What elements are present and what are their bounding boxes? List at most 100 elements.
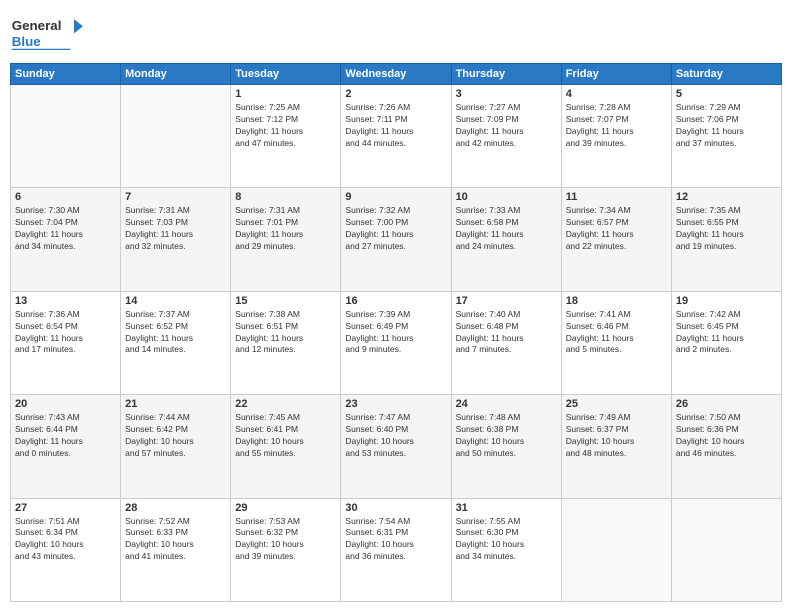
calendar-cell: 4 Sunrise: 7:28 AM Sunset: 7:07 PM Daylig… (561, 85, 671, 188)
day-number: 4 (566, 88, 667, 100)
calendar-header-friday: Friday (561, 64, 671, 85)
day-number: 12 (676, 191, 777, 203)
day-number: 27 (15, 502, 116, 514)
day-info: Sunrise: 7:32 AM Sunset: 7:00 PM Dayligh… (345, 205, 446, 253)
calendar-cell: 2 Sunrise: 7:26 AM Sunset: 7:11 PM Daylig… (341, 85, 451, 188)
header: General Blue (10, 10, 782, 55)
calendar-cell: 22Sunrise: 7:45 AM Sunset: 6:41 PM Dayli… (231, 395, 341, 498)
logo-svg: General Blue (10, 10, 90, 55)
calendar-cell: 13 Sunrise: 7:36 AM Sunset: 6:54 PM Dayli… (11, 291, 121, 394)
calendar-cell (11, 85, 121, 188)
day-number: 23 (345, 398, 446, 410)
calendar-cell: 6 Sunrise: 7:30 AM Sunset: 7:04 PM Daylig… (11, 188, 121, 291)
day-number: 3 (456, 88, 557, 100)
calendar-cell (671, 498, 781, 601)
day-info: Sunrise: 7:34 AM Sunset: 6:57 PM Dayligh… (566, 205, 667, 253)
calendar-page: General Blue SundayMondayTuesdayWednesda… (0, 0, 792, 612)
calendar-cell: 7Sunrise: 7:31 AM Sunset: 7:03 PM Daylig… (121, 188, 231, 291)
day-number: 15 (235, 295, 336, 307)
calendar-cell: 11 Sunrise: 7:34 AM Sunset: 6:57 PM Dayli… (561, 188, 671, 291)
calendar-cell (121, 85, 231, 188)
day-info: Sunrise: 7:31 AM Sunset: 7:01 PM Dayligh… (235, 205, 336, 253)
day-info: Sunrise: 7:25 AM Sunset: 7:12 PM Dayligh… (235, 102, 336, 150)
day-info: Sunrise: 7:51 AM Sunset: 6:34 PM Dayligh… (15, 516, 116, 564)
calendar-cell: 25 Sunrise: 7:49 AM Sunset: 6:37 PM Dayli… (561, 395, 671, 498)
calendar-cell: 20 Sunrise: 7:43 AM Sunset: 6:44 PM Dayli… (11, 395, 121, 498)
day-number: 11 (566, 191, 667, 203)
calendar-header-tuesday: Tuesday (231, 64, 341, 85)
day-info: Sunrise: 7:54 AM Sunset: 6:31 PM Dayligh… (345, 516, 446, 564)
day-info: Sunrise: 7:52 AM Sunset: 6:33 PM Dayligh… (125, 516, 226, 564)
calendar-cell: 10 Sunrise: 7:33 AM Sunset: 6:58 PM Dayli… (451, 188, 561, 291)
calendar-header-saturday: Saturday (671, 64, 781, 85)
day-info: Sunrise: 7:30 AM Sunset: 7:04 PM Dayligh… (15, 205, 116, 253)
day-number: 17 (456, 295, 557, 307)
day-number: 5 (676, 88, 777, 100)
day-info: Sunrise: 7:33 AM Sunset: 6:58 PM Dayligh… (456, 205, 557, 253)
day-number: 18 (566, 295, 667, 307)
day-number: 19 (676, 295, 777, 307)
day-info: Sunrise: 7:31 AM Sunset: 7:03 PM Dayligh… (125, 205, 226, 253)
day-number: 26 (676, 398, 777, 410)
calendar-cell: 21Sunrise: 7:44 AM Sunset: 6:42 PM Dayli… (121, 395, 231, 498)
day-number: 2 (345, 88, 446, 100)
calendar-cell (561, 498, 671, 601)
calendar-table: SundayMondayTuesdayWednesdayThursdayFrid… (10, 63, 782, 602)
day-info: Sunrise: 7:43 AM Sunset: 6:44 PM Dayligh… (15, 412, 116, 460)
day-info: Sunrise: 7:38 AM Sunset: 6:51 PM Dayligh… (235, 309, 336, 357)
calendar-header-monday: Monday (121, 64, 231, 85)
svg-text:Blue: Blue (12, 34, 41, 49)
calendar-week-1: 1 Sunrise: 7:25 AM Sunset: 7:12 PM Daylig… (11, 85, 782, 188)
calendar-cell: 31 Sunrise: 7:55 AM Sunset: 6:30 PM Dayli… (451, 498, 561, 601)
day-info: Sunrise: 7:28 AM Sunset: 7:07 PM Dayligh… (566, 102, 667, 150)
day-number: 29 (235, 502, 336, 514)
day-info: Sunrise: 7:42 AM Sunset: 6:45 PM Dayligh… (676, 309, 777, 357)
calendar-cell: 1 Sunrise: 7:25 AM Sunset: 7:12 PM Daylig… (231, 85, 341, 188)
calendar-cell: 15 Sunrise: 7:38 AM Sunset: 6:51 PM Dayli… (231, 291, 341, 394)
day-info: Sunrise: 7:27 AM Sunset: 7:09 PM Dayligh… (456, 102, 557, 150)
day-number: 9 (345, 191, 446, 203)
day-number: 21 (125, 398, 226, 410)
day-number: 13 (15, 295, 116, 307)
day-number: 6 (15, 191, 116, 203)
calendar-cell: 17 Sunrise: 7:40 AM Sunset: 6:48 PM Dayli… (451, 291, 561, 394)
day-info: Sunrise: 7:29 AM Sunset: 7:06 PM Dayligh… (676, 102, 777, 150)
calendar-cell: 26 Sunrise: 7:50 AM Sunset: 6:36 PM Dayli… (671, 395, 781, 498)
calendar-header-thursday: Thursday (451, 64, 561, 85)
day-number: 8 (235, 191, 336, 203)
calendar-week-2: 6 Sunrise: 7:30 AM Sunset: 7:04 PM Daylig… (11, 188, 782, 291)
day-info: Sunrise: 7:41 AM Sunset: 6:46 PM Dayligh… (566, 309, 667, 357)
day-number: 31 (456, 502, 557, 514)
day-number: 25 (566, 398, 667, 410)
day-info: Sunrise: 7:50 AM Sunset: 6:36 PM Dayligh… (676, 412, 777, 460)
day-info: Sunrise: 7:53 AM Sunset: 6:32 PM Dayligh… (235, 516, 336, 564)
calendar-header-wednesday: Wednesday (341, 64, 451, 85)
day-number: 28 (125, 502, 226, 514)
day-info: Sunrise: 7:37 AM Sunset: 6:52 PM Dayligh… (125, 309, 226, 357)
day-number: 1 (235, 88, 336, 100)
calendar-cell: 8 Sunrise: 7:31 AM Sunset: 7:01 PM Daylig… (231, 188, 341, 291)
calendar-cell: 16Sunrise: 7:39 AM Sunset: 6:49 PM Dayli… (341, 291, 451, 394)
day-info: Sunrise: 7:47 AM Sunset: 6:40 PM Dayligh… (345, 412, 446, 460)
day-info: Sunrise: 7:55 AM Sunset: 6:30 PM Dayligh… (456, 516, 557, 564)
day-number: 10 (456, 191, 557, 203)
calendar-cell: 30 Sunrise: 7:54 AM Sunset: 6:31 PM Dayli… (341, 498, 451, 601)
day-info: Sunrise: 7:48 AM Sunset: 6:38 PM Dayligh… (456, 412, 557, 460)
calendar-cell: 14Sunrise: 7:37 AM Sunset: 6:52 PM Dayli… (121, 291, 231, 394)
day-info: Sunrise: 7:36 AM Sunset: 6:54 PM Dayligh… (15, 309, 116, 357)
day-info: Sunrise: 7:35 AM Sunset: 6:55 PM Dayligh… (676, 205, 777, 253)
day-info: Sunrise: 7:26 AM Sunset: 7:11 PM Dayligh… (345, 102, 446, 150)
day-number: 22 (235, 398, 336, 410)
calendar-week-3: 13 Sunrise: 7:36 AM Sunset: 6:54 PM Dayli… (11, 291, 782, 394)
day-number: 20 (15, 398, 116, 410)
day-info: Sunrise: 7:49 AM Sunset: 6:37 PM Dayligh… (566, 412, 667, 460)
calendar-cell: 28 Sunrise: 7:52 AM Sunset: 6:33 PM Dayli… (121, 498, 231, 601)
calendar-header-sunday: Sunday (11, 64, 121, 85)
day-number: 30 (345, 502, 446, 514)
day-number: 16 (345, 295, 446, 307)
svg-text:General: General (12, 18, 62, 33)
calendar-cell: 3 Sunrise: 7:27 AM Sunset: 7:09 PM Daylig… (451, 85, 561, 188)
calendar-cell: 12 Sunrise: 7:35 AM Sunset: 6:55 PM Dayli… (671, 188, 781, 291)
day-info: Sunrise: 7:40 AM Sunset: 6:48 PM Dayligh… (456, 309, 557, 357)
day-number: 24 (456, 398, 557, 410)
